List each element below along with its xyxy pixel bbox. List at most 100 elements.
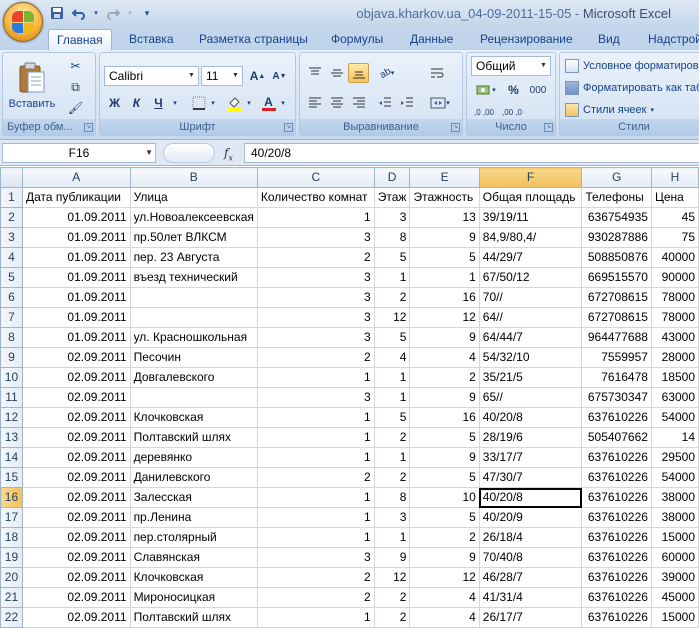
- cell-b7[interactable]: [129, 307, 258, 328]
- cell-h21[interactable]: 45000: [650, 587, 699, 608]
- fill-dropdown-icon[interactable]: ▾: [244, 93, 254, 113]
- cell-a16[interactable]: 02.09.2011: [21, 487, 131, 508]
- cell-c22[interactable]: 1: [256, 607, 375, 628]
- cell-g13[interactable]: 505407662: [581, 427, 652, 448]
- cell-a2[interactable]: 01.09.2011: [21, 207, 131, 228]
- currency-button[interactable]: ▾: [471, 80, 501, 100]
- cell-a9[interactable]: 02.09.2011: [21, 347, 131, 368]
- underline-button[interactable]: Ч: [148, 93, 169, 113]
- cell-g6[interactable]: 672708615: [581, 287, 652, 308]
- cell-g2[interactable]: 636754935: [581, 207, 652, 228]
- row-header[interactable]: 22: [0, 607, 23, 628]
- cell-e15[interactable]: 5: [409, 467, 480, 488]
- align-right-icon[interactable]: [348, 93, 369, 113]
- alignment-launcher-icon[interactable]: ↘: [451, 123, 460, 132]
- cell-f17[interactable]: 40/20/9: [478, 507, 583, 528]
- cell-d9[interactable]: 4: [373, 347, 411, 368]
- column-header-e[interactable]: E: [409, 167, 480, 188]
- decrease-indent-icon[interactable]: [374, 93, 395, 113]
- cell-h22[interactable]: 15000: [650, 607, 699, 628]
- cell-d12[interactable]: 5: [373, 407, 411, 428]
- row-header[interactable]: 11: [0, 387, 23, 408]
- cell-d20[interactable]: 12: [373, 567, 411, 588]
- cell-d6[interactable]: 2: [373, 287, 411, 308]
- cell-a3[interactable]: 01.09.2011: [21, 227, 131, 248]
- borders-button[interactable]: [188, 93, 209, 113]
- cell-h2[interactable]: 45: [650, 207, 699, 228]
- cell-f21[interactable]: 41/31/4: [478, 587, 583, 608]
- cell-g8[interactable]: 964477688: [581, 327, 652, 348]
- tab-data[interactable]: Данные: [402, 29, 461, 50]
- cell-c7[interactable]: 3: [256, 307, 375, 328]
- cell-e4[interactable]: 5: [409, 247, 480, 268]
- cell-a1[interactable]: Дата публикации: [21, 187, 131, 208]
- formula-splitter[interactable]: [163, 143, 215, 163]
- cell-c10[interactable]: 1: [256, 367, 375, 388]
- row-header[interactable]: 9: [0, 347, 23, 368]
- cell-g3[interactable]: 930287886: [581, 227, 652, 248]
- cell-d19[interactable]: 9: [373, 547, 411, 568]
- cell-c6[interactable]: 3: [256, 287, 375, 308]
- cell-b16[interactable]: Залесская: [129, 487, 258, 508]
- cell-b11[interactable]: [129, 387, 258, 408]
- cell-e5[interactable]: 1: [409, 267, 480, 288]
- cell-d16[interactable]: 8: [373, 487, 411, 508]
- cell-a22[interactable]: 02.09.2011: [21, 607, 131, 628]
- cell-g12[interactable]: 637610226: [581, 407, 652, 428]
- bold-button[interactable]: Ж: [104, 93, 125, 113]
- cell-b2[interactable]: ул.Новоалексеевская: [129, 207, 258, 228]
- select-all-corner[interactable]: [0, 167, 23, 188]
- cell-d4[interactable]: 5: [373, 247, 411, 268]
- cell-b12[interactable]: Клочковская: [129, 407, 258, 428]
- orientation-icon[interactable]: ab ▾: [374, 63, 400, 83]
- cell-f20[interactable]: 46/28/7: [478, 567, 583, 588]
- cell-d3[interactable]: 8: [373, 227, 411, 248]
- cell-g10[interactable]: 7616478: [581, 367, 652, 388]
- tab-home[interactable]: Главная: [48, 29, 112, 50]
- cell-g21[interactable]: 637610226: [581, 587, 652, 608]
- cell-e9[interactable]: 4: [409, 347, 480, 368]
- insert-function-icon[interactable]: fx: [224, 143, 242, 163]
- cell-b6[interactable]: [129, 287, 258, 308]
- cell-b1[interactable]: Улица: [129, 187, 258, 208]
- cell-b17[interactable]: пр.Ленина: [129, 507, 258, 528]
- cell-b22[interactable]: Полтавский шлях: [129, 607, 258, 628]
- cell-g5[interactable]: 669515570: [581, 267, 652, 288]
- cell-d21[interactable]: 2: [373, 587, 411, 608]
- cell-f4[interactable]: 44/29/7: [478, 247, 583, 268]
- office-button[interactable]: [3, 2, 43, 42]
- cell-c12[interactable]: 1: [256, 407, 375, 428]
- cell-c3[interactable]: 3: [256, 227, 375, 248]
- cell-c20[interactable]: 2: [256, 567, 375, 588]
- cell-e20[interactable]: 12: [409, 567, 480, 588]
- cell-a12[interactable]: 02.09.2011: [21, 407, 131, 428]
- cell-h4[interactable]: 40000: [650, 247, 699, 268]
- cell-h9[interactable]: 28000: [650, 347, 699, 368]
- align-left-icon[interactable]: [304, 93, 325, 113]
- cell-h14[interactable]: 29500: [650, 447, 699, 468]
- cell-e18[interactable]: 2: [409, 527, 480, 548]
- cell-h12[interactable]: 54000: [650, 407, 699, 428]
- cell-e6[interactable]: 16: [409, 287, 480, 308]
- cell-f1[interactable]: Общая площадь: [478, 187, 583, 208]
- cell-d15[interactable]: 2: [373, 467, 411, 488]
- row-header[interactable]: 17: [0, 507, 23, 528]
- wrap-text-icon[interactable]: [426, 63, 447, 83]
- cell-a11[interactable]: 02.09.2011: [21, 387, 131, 408]
- cell-a14[interactable]: 02.09.2011: [21, 447, 131, 468]
- align-top-icon[interactable]: [304, 63, 325, 83]
- font-size-combo[interactable]: 11 ▼: [201, 66, 243, 86]
- cell-g14[interactable]: 637610226: [581, 447, 652, 468]
- cell-d14[interactable]: 1: [373, 447, 411, 468]
- cell-c9[interactable]: 2: [256, 347, 375, 368]
- tab-formulas[interactable]: Формулы: [323, 29, 391, 50]
- cell-e21[interactable]: 4: [409, 587, 480, 608]
- cell-c16[interactable]: 1: [256, 487, 375, 508]
- shrink-font-button[interactable]: A ▼: [269, 66, 290, 86]
- cut-icon[interactable]: ✂: [65, 56, 86, 76]
- cell-c19[interactable]: 3: [256, 547, 375, 568]
- cell-c14[interactable]: 1: [256, 447, 375, 468]
- cell-b14[interactable]: деревянко: [129, 447, 258, 468]
- cell-b19[interactable]: Славянская: [129, 547, 258, 568]
- underline-dropdown-icon[interactable]: ▾: [170, 93, 180, 113]
